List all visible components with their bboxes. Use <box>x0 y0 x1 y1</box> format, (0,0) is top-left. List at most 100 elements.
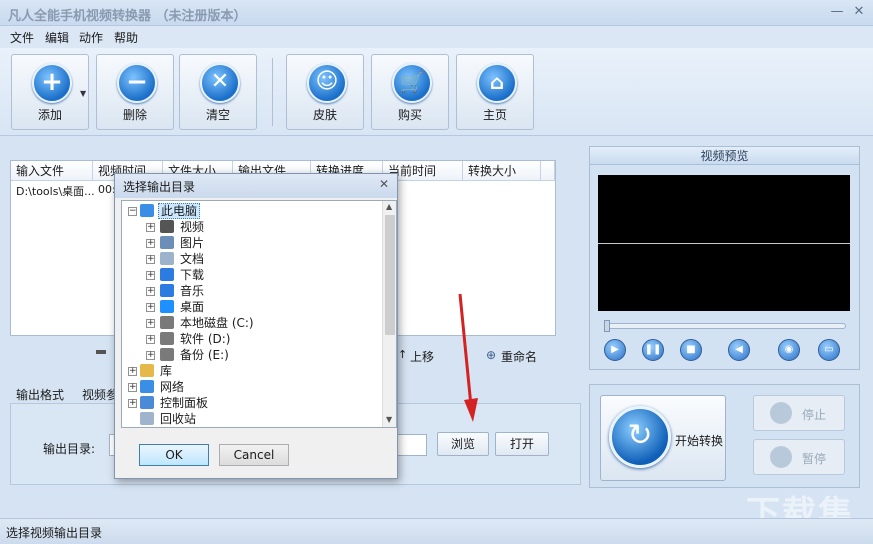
minimize-button[interactable]: — <box>828 4 846 20</box>
open-folder-icon[interactable]: ▭ <box>818 339 840 361</box>
drive-icon <box>160 316 174 329</box>
red-arrow-annotation <box>458 293 478 422</box>
add-button[interactable]: + ▼ 添加 <box>11 54 89 130</box>
dialog-close-button[interactable]: ✕ <box>379 177 389 191</box>
folder-tree[interactable]: − 此电脑 + 视频 + 图片 + 文档 + 下载 + 音乐 + 桌面 + 本地磁盘 (C:) + 软件 (D:)… <box>121 200 397 428</box>
expand-toggle-icon[interactable]: + <box>146 223 155 232</box>
play-button[interactable]: ▶ <box>604 339 626 361</box>
menu-bar: 文件 编辑 动作 帮助 <box>0 26 873 48</box>
expand-toggle-icon[interactable]: + <box>128 399 137 408</box>
expand-toggle-icon[interactable]: + <box>146 255 155 264</box>
tree-item[interactable]: + 音乐 <box>122 283 380 299</box>
documents-folder-icon <box>160 252 174 265</box>
output-dir-label: 输出目录: <box>43 442 96 456</box>
tree-item[interactable]: + 控制面板 <box>122 395 380 411</box>
title-bar: 凡人全能手机视频转换器 （未注册版本） — ✕ <box>0 0 873 26</box>
tree-item-label: 库 <box>160 364 173 378</box>
expand-toggle-icon[interactable]: + <box>128 383 137 392</box>
seek-handle[interactable] <box>604 320 610 332</box>
volume-icon[interactable]: ◀ <box>728 339 750 361</box>
tree-scrollbar[interactable]: ▲ ▼ <box>382 201 396 427</box>
expand-toggle-icon[interactable]: + <box>146 303 155 312</box>
table-row-input[interactable]: D:\tools\桌面... <box>16 183 95 199</box>
tree-item[interactable]: +回收站 <box>122 411 380 427</box>
tree-item[interactable]: + 软件 (D:) <box>122 331 380 347</box>
ok-button[interactable]: OK <box>139 444 209 466</box>
pause-icon <box>770 446 792 468</box>
home-button[interactable]: ⌂ 主页 <box>456 54 534 130</box>
pictures-folder-icon <box>160 236 174 249</box>
tree-item[interactable]: + 桌面 <box>122 299 380 315</box>
expand-toggle-icon[interactable]: + <box>146 335 155 344</box>
tree-item[interactable]: + 备份 (E:) <box>122 347 380 363</box>
expand-toggle-icon[interactable]: + <box>146 351 155 360</box>
tree-item-label: 软件 (D:) <box>180 332 231 346</box>
rename-icon: ⊕ <box>486 348 497 362</box>
desktop-icon <box>160 300 174 313</box>
stop-preview-button[interactable]: ■ <box>680 339 702 361</box>
buy-button[interactable]: 🛒 购买 <box>371 54 449 130</box>
drive-icon <box>160 332 174 345</box>
menu-edit[interactable]: 编辑 <box>45 29 69 46</box>
add-label: 添加 <box>37 108 62 122</box>
preview-title: 视频预览 <box>590 147 859 165</box>
snapshot-icon[interactable]: ◉ <box>778 339 800 361</box>
video-screen <box>598 175 850 311</box>
clear-x-icon: ✕ <box>200 63 240 103</box>
status-text: 选择视频输出目录 <box>6 526 103 540</box>
start-convert-label: 开始转换 <box>675 434 724 448</box>
skin-button[interactable]: ☺ 皮肤 <box>286 54 364 130</box>
expand-toggle-icon[interactable]: + <box>146 287 155 296</box>
menu-file[interactable]: 文件 <box>10 29 34 46</box>
pause-label: 暂停 <box>802 452 827 466</box>
close-window-button[interactable]: ✕ <box>850 4 868 20</box>
stop-button[interactable]: 停止 <box>753 395 845 431</box>
computer-icon <box>140 204 154 217</box>
network-icon <box>140 380 154 393</box>
tree-item[interactable]: + 视频 <box>122 219 380 235</box>
tree-item-label: 视频 <box>180 220 205 234</box>
move-up-button[interactable]: 上移 <box>410 348 434 365</box>
recycle-bin-icon <box>140 412 154 425</box>
cancel-button[interactable]: Cancel <box>219 444 289 466</box>
open-button[interactable]: 打开 <box>495 432 549 456</box>
scroll-down-icon[interactable]: ▼ <box>386 415 392 424</box>
home-label: 主页 <box>482 108 507 122</box>
expand-toggle-icon[interactable]: + <box>146 271 155 280</box>
expand-toggle-icon[interactable]: − <box>128 207 137 216</box>
tree-item[interactable]: + 网络 <box>122 379 380 395</box>
tree-item[interactable]: + 下载 <box>122 267 380 283</box>
tab-video-params[interactable]: 视频参 <box>82 386 118 403</box>
browse-button[interactable]: 浏览 <box>437 432 489 456</box>
menu-help[interactable]: 帮助 <box>114 29 138 46</box>
tree-item[interactable]: + 库 <box>122 363 380 379</box>
select-output-dir-dialog: 选择输出目录 ✕ − 此电脑 + 视频 + 图片 + 文档 + 下载 + 音乐 + 桌面 + 本地磁盘 (C:… <box>114 173 398 479</box>
pause-button[interactable]: 暂停 <box>753 439 845 475</box>
expand-toggle-icon[interactable]: + <box>128 367 137 376</box>
tab-output-format[interactable]: 输出格式 <box>16 386 64 403</box>
tree-item[interactable]: + 文档 <box>122 251 380 267</box>
rename-button[interactable]: 重命名 <box>501 348 537 365</box>
column-header-converted-size[interactable]: 转换大小 <box>463 161 541 181</box>
tree-item-label: 本地磁盘 (C:) <box>180 316 254 330</box>
tree-item[interactable]: − 此电脑 <box>122 203 380 219</box>
seek-slider[interactable] <box>604 320 846 332</box>
drive-icon <box>160 348 174 361</box>
dropdown-arrow-icon[interactable]: ▼ <box>80 89 86 98</box>
clear-button[interactable]: ✕ 清空 <box>179 54 257 130</box>
start-convert-button[interactable]: ↻ 开始转换 <box>600 395 726 481</box>
column-header-input-file[interactable]: 输入文件 <box>11 161 93 181</box>
skin-label: 皮肤 <box>312 108 337 122</box>
expand-toggle-icon[interactable]: + <box>146 319 155 328</box>
scroll-thumb[interactable] <box>385 215 395 335</box>
pause-preview-button[interactable]: ❚❚ <box>642 339 664 361</box>
music-note-icon <box>160 284 174 297</box>
expand-toggle-icon[interactable]: + <box>146 239 155 248</box>
tree-item[interactable]: + 图片 <box>122 235 380 251</box>
video-folder-icon <box>160 220 174 233</box>
delete-button[interactable]: − 删除 <box>96 54 174 130</box>
tree-item[interactable]: + 本地磁盘 (C:) <box>122 315 380 331</box>
menu-action[interactable]: 动作 <box>79 29 103 46</box>
scroll-up-icon[interactable]: ▲ <box>386 202 392 211</box>
tree-item-label: 回收站 <box>160 412 197 426</box>
